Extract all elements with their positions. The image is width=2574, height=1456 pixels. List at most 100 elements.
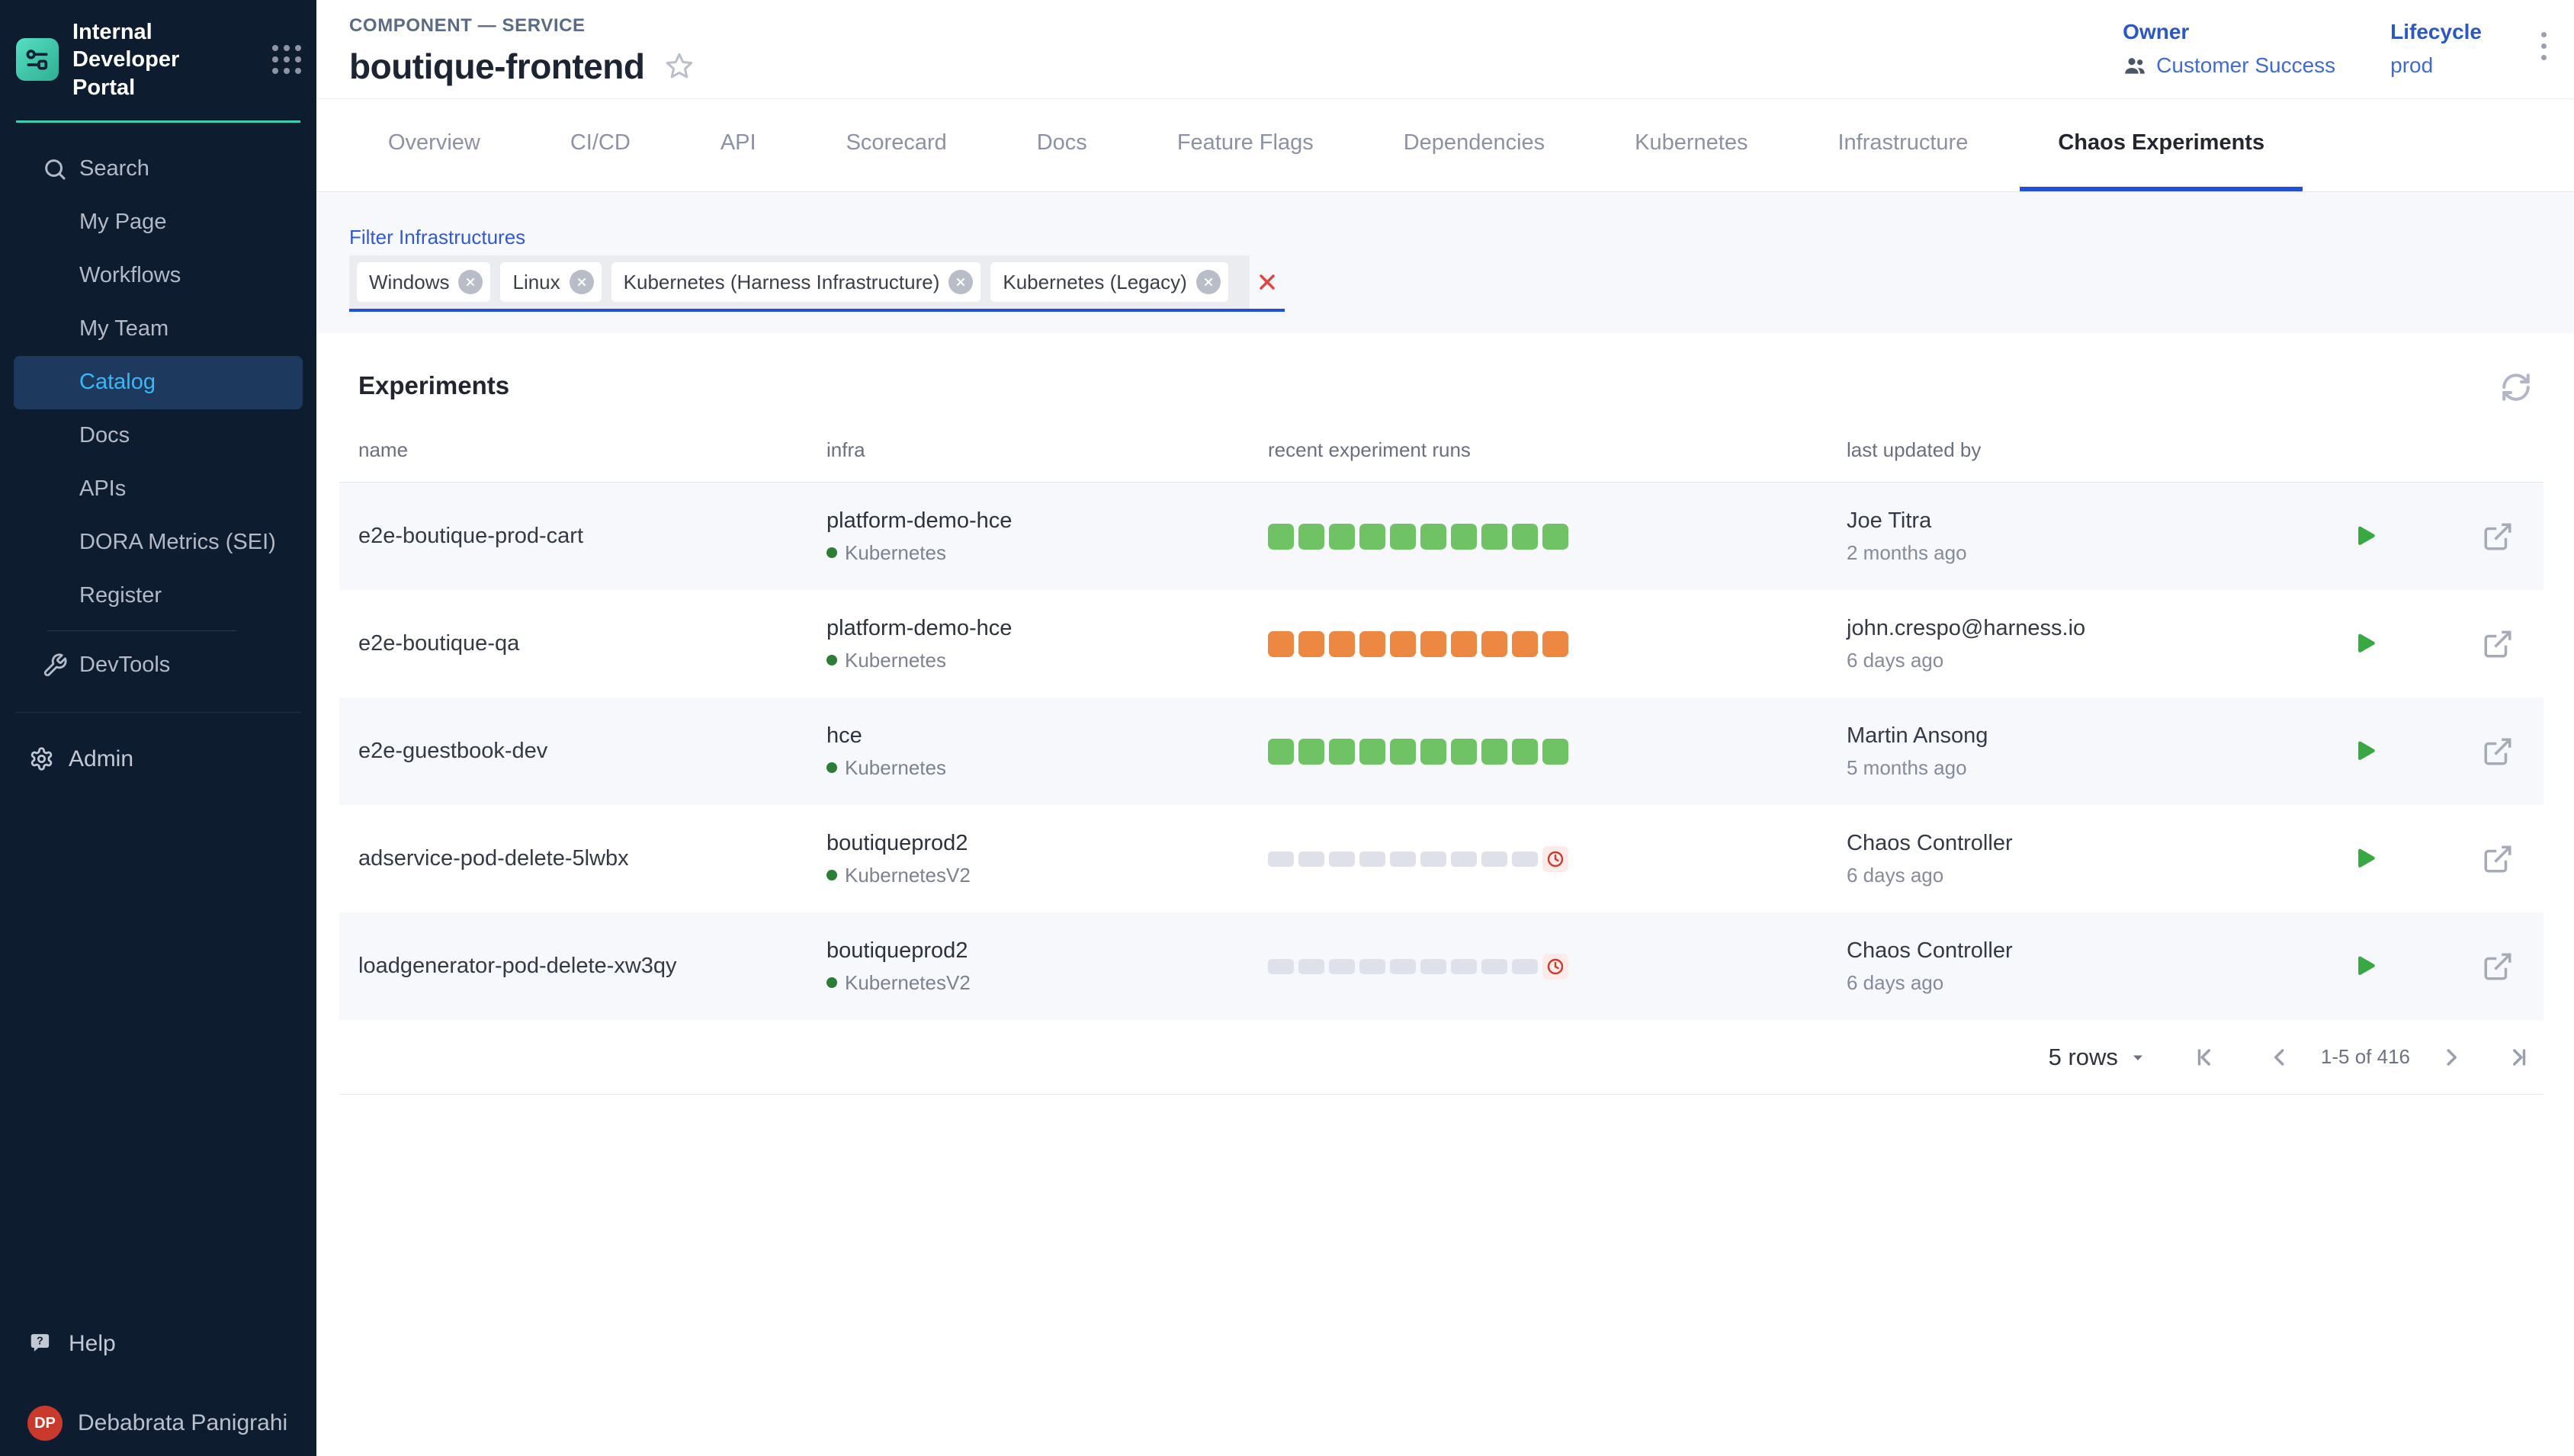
tab-overview[interactable]: Overview xyxy=(350,99,518,191)
chip-remove-button[interactable] xyxy=(1196,270,1221,294)
infra-cell: boutiqueprod2KubernetesV2 xyxy=(826,831,1268,887)
user-name: Debabrata Panigrahi xyxy=(78,1410,287,1436)
updated-at: 5 months ago xyxy=(1847,756,2318,780)
open-experiment-button[interactable] xyxy=(2482,951,2514,983)
sidebar-item-catalog[interactable]: Catalog xyxy=(14,356,303,409)
run-status-square-queued xyxy=(1329,851,1355,867)
infra-status-dot xyxy=(826,977,837,988)
filter-input[interactable]: WindowsLinuxKubernetes (Harness Infrastr… xyxy=(349,255,1285,312)
filter-chip-linux: Linux xyxy=(500,262,601,302)
run-experiment-button[interactable] xyxy=(2350,630,2379,659)
lifecycle-value: prod xyxy=(2390,53,2433,78)
main-content: COMPONENT — SERVICE boutique-frontend Ow… xyxy=(316,0,2574,1456)
recent-runs xyxy=(1268,631,1847,657)
apps-grid-icon[interactable] xyxy=(272,45,301,74)
pending-run-clock-icon xyxy=(1542,954,1568,980)
run-status-square-passed xyxy=(1451,739,1477,765)
infra-type: Kubernetes xyxy=(845,649,946,672)
sidebar-item-label: Docs xyxy=(79,423,130,448)
admin-divider xyxy=(15,712,301,713)
clear-filters-button[interactable] xyxy=(1250,255,1285,309)
tab-scorecard[interactable]: Scorecard xyxy=(808,99,985,191)
run-status-square-passed xyxy=(1390,524,1416,550)
sidebar-logo-row: Internal Developer Portal xyxy=(0,0,316,101)
infra-status-dot xyxy=(826,547,837,558)
sidebar-item-apis[interactable]: APIs xyxy=(14,463,303,516)
app-logo-icon[interactable] xyxy=(16,38,59,81)
sidebar-item-search[interactable]: Search xyxy=(14,143,303,196)
run-status-square-queued xyxy=(1359,959,1385,974)
favorite-star-icon[interactable] xyxy=(663,50,695,82)
sidebar-item-my-page[interactable]: My Page xyxy=(14,196,303,249)
run-status-square-passed xyxy=(1542,739,1568,765)
previous-page-button[interactable] xyxy=(2266,1044,2293,1071)
sidebar-item-label: My Page xyxy=(79,210,166,235)
open-experiment-button[interactable] xyxy=(2482,628,2514,660)
recent-runs xyxy=(1268,846,1847,872)
user-menu[interactable]: DP Debabrata Panigrahi xyxy=(0,1406,316,1441)
run-status-square-passed xyxy=(1390,739,1416,765)
updated-by: Chaos Controller xyxy=(1847,938,2318,964)
tab-docs[interactable]: Docs xyxy=(999,99,1125,191)
rows-per-page-select[interactable]: 5 rows xyxy=(2049,1044,2147,1071)
filter-label[interactable]: Filter Infrastructures xyxy=(349,226,2574,249)
run-experiment-button[interactable] xyxy=(2350,952,2379,981)
table-row: e2e-boutique-qaplatform-demo-hce Kubernet… xyxy=(339,590,2544,698)
open-experiment-button[interactable] xyxy=(2482,843,2514,875)
sidebar-item-label: Catalog xyxy=(79,370,156,395)
sidebar-item-register[interactable]: Register xyxy=(14,569,303,623)
gear-icon xyxy=(29,746,55,772)
chip-remove-button[interactable] xyxy=(570,270,594,294)
app-title: Internal Developer Portal xyxy=(72,18,245,101)
chip-remove-button[interactable] xyxy=(458,270,483,294)
run-status-square-passed xyxy=(1451,524,1477,550)
infra-cell: boutiqueprod2KubernetesV2 xyxy=(826,938,1268,995)
sidebar-item-devtools[interactable]: DevTools xyxy=(0,639,316,692)
sidebar-item-label: Workflows xyxy=(79,263,181,288)
infra-name: hce xyxy=(826,723,1268,749)
tab-infrastructure[interactable]: Infrastructure xyxy=(1799,99,2006,191)
updated-by-cell: Joe Titra2 months ago xyxy=(1847,508,2318,565)
run-status-square-passed xyxy=(1329,524,1355,550)
owner-link[interactable]: Customer Success xyxy=(2156,53,2335,78)
experiment-name: e2e-guestbook-dev xyxy=(358,739,826,764)
last-page-button[interactable] xyxy=(2505,1044,2532,1071)
chip-remove-button[interactable] xyxy=(948,270,973,294)
run-status-square-failed xyxy=(1542,631,1568,657)
entity-meta: Owner Customer Success xyxy=(2123,20,2551,78)
sidebar-item-docs[interactable]: Docs xyxy=(14,409,303,463)
sidebar-item-workflows[interactable]: Workflows xyxy=(14,249,303,303)
tab-chaos-experiments[interactable]: Chaos Experiments xyxy=(2020,99,2303,191)
run-status-square-queued xyxy=(1420,851,1446,867)
run-status-square-passed xyxy=(1298,739,1324,765)
experiment-name: adservice-pod-delete-5lwbx xyxy=(358,846,826,871)
tab-ci-cd[interactable]: CI/CD xyxy=(532,99,669,191)
sidebar-item-help[interactable]: ? Help xyxy=(0,1319,316,1369)
sidebar-item-label: Register xyxy=(79,583,162,608)
run-experiment-button[interactable] xyxy=(2350,522,2379,551)
open-experiment-button[interactable] xyxy=(2482,521,2514,553)
run-experiment-button[interactable] xyxy=(2350,737,2379,766)
open-experiment-button[interactable] xyxy=(2482,736,2514,768)
refresh-icon[interactable] xyxy=(2500,371,2532,403)
run-experiment-button[interactable] xyxy=(2350,845,2379,874)
run-status-square-queued xyxy=(1329,959,1355,974)
infra-name: platform-demo-hce xyxy=(826,616,1268,641)
kebab-menu-icon[interactable] xyxy=(2537,24,2551,68)
run-status-square-passed xyxy=(1420,524,1446,550)
run-status-square-queued xyxy=(1268,851,1294,867)
tab-dependencies[interactable]: Dependencies xyxy=(1366,99,1583,191)
sidebar-item-dora-metrics-sei[interactable]: DORA Metrics (SEI) xyxy=(14,516,303,569)
run-status-square-failed xyxy=(1481,631,1507,657)
sidebar-item-my-team[interactable]: My Team xyxy=(14,303,303,356)
row-actions xyxy=(2318,521,2532,553)
tab-feature-flags[interactable]: Feature Flags xyxy=(1139,99,1352,191)
tab-api[interactable]: API xyxy=(682,99,794,191)
updated-at: 6 days ago xyxy=(1847,864,2318,887)
experiment-name: e2e-boutique-qa xyxy=(358,631,826,656)
run-status-square-queued xyxy=(1451,959,1477,974)
tab-kubernetes[interactable]: Kubernetes xyxy=(1597,99,1786,191)
next-page-button[interactable] xyxy=(2438,1044,2465,1071)
sidebar-item-admin[interactable]: Admin xyxy=(0,734,316,784)
first-page-button[interactable] xyxy=(2191,1044,2219,1071)
